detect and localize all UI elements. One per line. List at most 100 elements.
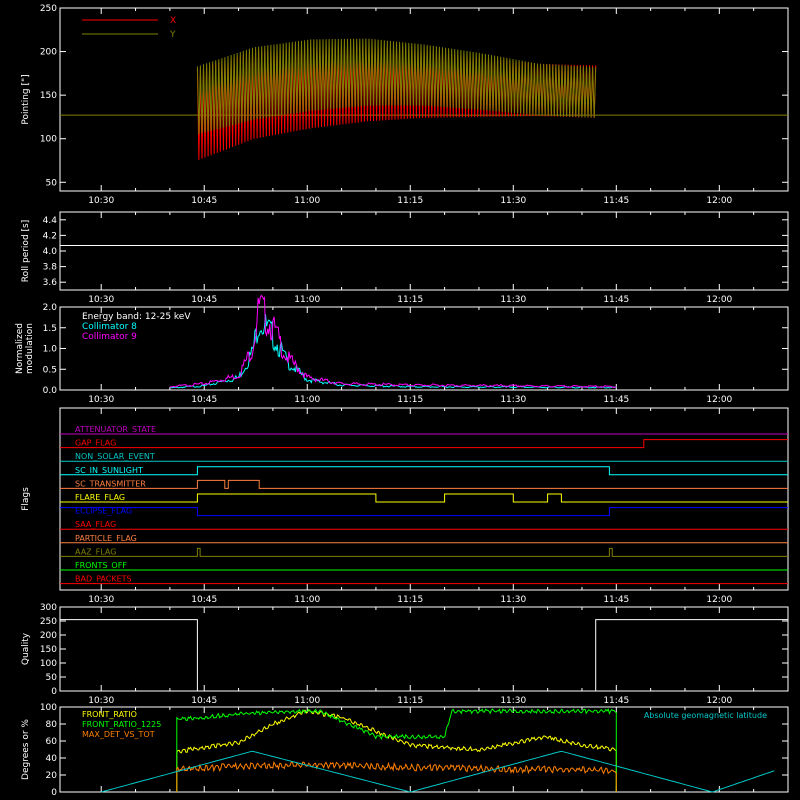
legend-label: Collimator 9	[82, 332, 137, 342]
y-tick-label: 4.2	[43, 231, 57, 241]
y-tick-label: 200	[40, 48, 57, 58]
x-tick-label: 11:15	[397, 595, 423, 605]
y-tick-label: 50	[46, 673, 58, 683]
y-tick-label: 3.8	[43, 263, 58, 273]
y-tick-label: 50	[46, 178, 58, 188]
series-line-Collimator-8	[169, 314, 617, 389]
x-tick-label: 11:15	[397, 696, 423, 706]
x-tick-label: 11:45	[603, 696, 629, 706]
y-tick-label: 300	[40, 603, 57, 613]
legend-label: Y	[169, 30, 176, 40]
y-tick-label: 1.5	[43, 324, 57, 334]
y-tick-label: 0	[51, 687, 57, 697]
series-line-front-ratio-1225	[176, 708, 617, 792]
x-tick-label: 10:45	[191, 295, 217, 305]
flag-line-sc-in-sunlight	[60, 466, 788, 476]
y-tick-label: 200	[40, 631, 57, 641]
y-tick-label: 150	[40, 91, 57, 101]
y-axis-label: Degrees or %	[21, 719, 31, 780]
y-tick-label: 100	[40, 135, 57, 145]
y-axis-label: Quality	[21, 632, 31, 665]
flag-line-aaz-flag	[60, 547, 788, 557]
x-tick-label: 12:00	[706, 395, 732, 405]
legend-label: Collimator 8	[82, 322, 137, 332]
x-tick-label: 12:00	[706, 696, 732, 706]
x-tick-label: 10:45	[191, 595, 217, 605]
y-tick-label: 80	[46, 720, 58, 730]
flag-line-sc-transmitter	[60, 479, 788, 489]
flag-label: SAA_FLAG	[75, 520, 116, 529]
x-tick-label: 10:30	[88, 395, 114, 405]
x-tick-label: 11:15	[397, 196, 423, 206]
panel-frame-3	[59, 407, 789, 591]
y-axis-label: Roll period [s]	[21, 220, 31, 282]
x-tick-label: 10:30	[88, 196, 114, 206]
series-line-max-det-vs-tot	[176, 760, 617, 792]
quality-line	[60, 619, 788, 692]
y-axis-label: Pointing ["]	[21, 74, 31, 124]
x-tick-label: 11:45	[603, 395, 629, 405]
x-tick-label: 10:30	[88, 295, 114, 305]
panel-frame-1	[59, 211, 789, 291]
y-tick-label: 60	[46, 737, 58, 747]
x-tick-label: 11:00	[294, 696, 320, 706]
y-tick-label: 100	[40, 703, 57, 713]
y-tick-label: 40	[46, 754, 58, 764]
flag-label: PARTICLE_FLAG	[75, 534, 137, 543]
x-tick-label: 11:45	[603, 295, 629, 305]
x-tick-label: 11:00	[294, 595, 320, 605]
flag-label: AAZ_FLAG	[75, 547, 116, 556]
y-tick-label: 0.0	[43, 386, 58, 396]
x-tick-label: 11:00	[294, 295, 320, 305]
legend-label: Absolute geomagnetic latitude	[644, 711, 767, 720]
y-axis-label: Flags	[21, 487, 31, 511]
series-line-Collimator-9	[169, 294, 617, 389]
y-tick-label: 3.6	[43, 278, 58, 288]
energy-band-annotation: Energy band: 12-25 keV	[82, 312, 191, 322]
x-tick-label: 11:45	[603, 196, 629, 206]
x-tick-label: 11:15	[397, 395, 423, 405]
y-axis-label: Normalizedmodulation	[15, 323, 35, 374]
series-line-front-ratio	[176, 709, 617, 792]
legend-label: MAX_DET_VS_TOT	[82, 730, 155, 739]
flag-line-flare-flag	[60, 493, 788, 503]
legend-label: FRONT_RATIO_1225	[82, 720, 161, 729]
series-line-absolute-geomagnetic-latitude	[101, 750, 775, 793]
x-tick-label: 10:45	[191, 395, 217, 405]
flag-line-gap-flag	[60, 439, 788, 449]
flag-label: FLARE_FLAG	[75, 493, 125, 502]
x-tick-label: 11:30	[500, 196, 526, 206]
y-tick-label: 0.5	[43, 365, 57, 375]
y-tick-label: 100	[40, 659, 57, 669]
x-tick-label: 11:30	[500, 395, 526, 405]
y-tick-label: 4.0	[43, 247, 58, 257]
x-tick-label: 11:45	[603, 595, 629, 605]
y-tick-label: 2.0	[43, 303, 58, 313]
x-tick-label: 10:45	[191, 696, 217, 706]
flag-line-eclipse-flag	[60, 507, 788, 517]
flag-label: FRONTS_OFF	[75, 561, 127, 570]
x-tick-label: 12:00	[706, 196, 732, 206]
plot-canvas: 10:30 10:45 11:00 11:15 11:30 11:45 12:00 50 100…	[0, 0, 800, 800]
y-tick-label: 250	[40, 617, 57, 627]
x-tick-label: 11:00	[294, 196, 320, 206]
flag-label: BAD_PACKETS	[75, 575, 132, 584]
x-tick-label: 11:30	[500, 696, 526, 706]
y-tick-label: 150	[40, 645, 57, 655]
flag-label: ECLIPSE_FLAG	[75, 507, 132, 516]
x-tick-label: 10:30	[88, 696, 114, 706]
x-tick-label: 10:30	[88, 595, 114, 605]
x-tick-label: 10:45	[191, 196, 217, 206]
y-tick-label: 1.0	[43, 345, 58, 355]
y-tick-label: 0	[51, 788, 57, 798]
legend-label: X	[170, 16, 176, 26]
flag-label: SC_TRANSMITTER	[75, 479, 146, 488]
flag-label: ATTENUATOR_STATE	[75, 425, 156, 434]
y-tick-label: 4.4	[43, 216, 58, 226]
flag-label: NON_SOLAR_EVENT	[75, 452, 155, 461]
x-tick-label: 11:30	[500, 595, 526, 605]
flag-label: SC_IN_SUNLIGHT	[75, 466, 143, 475]
y-tick-label: 250	[40, 4, 57, 14]
flag-label: GAP_FLAG	[75, 439, 116, 448]
x-tick-label: 12:00	[706, 595, 732, 605]
